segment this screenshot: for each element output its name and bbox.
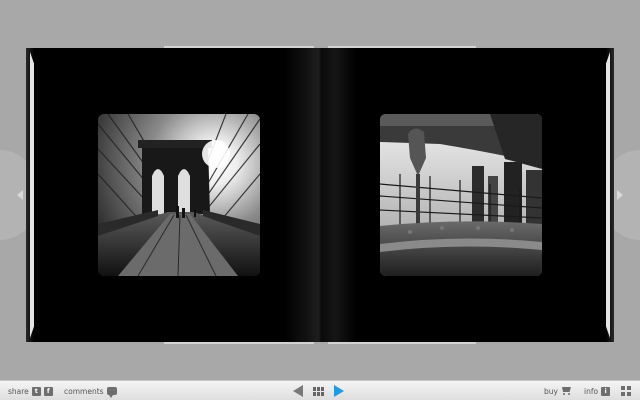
- shopping-cart-icon: [561, 386, 573, 396]
- comments-label: comments: [64, 386, 104, 396]
- comments-button[interactable]: comments: [64, 381, 117, 400]
- previous-page-icon[interactable]: [293, 385, 303, 397]
- chevron-left-icon: [17, 190, 23, 200]
- bottom-toolbar: share t f comments buy info i: [0, 380, 640, 400]
- share-label: share: [8, 386, 29, 396]
- twitter-icon[interactable]: t: [31, 386, 41, 396]
- photo-book: [26, 46, 614, 344]
- street-photo-image: [380, 114, 542, 276]
- street-photo: [380, 114, 542, 276]
- buy-label: buy: [544, 386, 558, 396]
- facebook-icon[interactable]: f: [43, 386, 53, 396]
- info-button[interactable]: info i: [584, 381, 611, 400]
- book-left-edge: [30, 52, 34, 338]
- chevron-right-icon: [617, 190, 623, 200]
- speech-bubble-icon: [106, 387, 117, 398]
- expand-icon: [621, 386, 631, 396]
- fullscreen-button[interactable]: [621, 381, 631, 400]
- book-spine: [284, 48, 356, 342]
- book-right-edge: [606, 52, 610, 338]
- buy-button[interactable]: buy: [544, 381, 573, 400]
- grid-view-icon[interactable]: [313, 386, 324, 396]
- bridge-photo-image: [98, 114, 260, 276]
- bridge-photo: [98, 114, 260, 276]
- page-navigation: [293, 381, 344, 400]
- info-icon: i: [601, 386, 611, 396]
- info-label: info: [584, 386, 599, 396]
- share-group: share t f: [8, 381, 53, 400]
- next-page-icon[interactable]: [334, 385, 344, 397]
